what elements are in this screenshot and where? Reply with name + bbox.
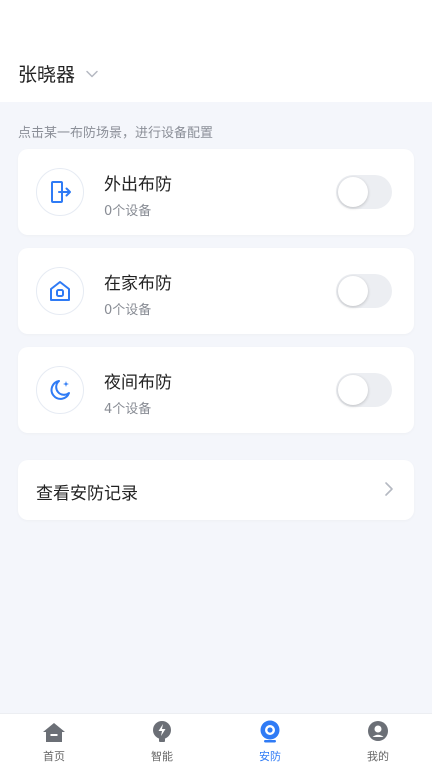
tab-mine[interactable]: 我的 xyxy=(324,714,432,768)
camera-icon xyxy=(260,720,280,743)
tab-home[interactable]: 首页 xyxy=(0,714,108,768)
scene-icon-wrap xyxy=(36,168,84,216)
home-selector[interactable]: 张晓器 xyxy=(18,60,99,87)
tab-label: 首页 xyxy=(43,750,65,763)
scene-title: 外出布防 xyxy=(104,175,172,195)
scene-icon-wrap xyxy=(36,366,84,414)
tab-smart[interactable]: 智能 xyxy=(108,714,216,768)
top-bar: 张晓器 xyxy=(0,0,432,102)
scene-title: 在家布防 xyxy=(104,274,172,294)
arm-toggle[interactable] xyxy=(336,373,392,407)
tab-label: 安防 xyxy=(259,750,281,763)
home-tab-icon xyxy=(43,723,65,742)
scene-device-count: 0个设备 xyxy=(104,204,152,219)
hint-text: 点击某一布防场景，进行设备配置 xyxy=(18,126,214,141)
scene-icon-wrap xyxy=(36,267,84,315)
tab-label: 我的 xyxy=(367,750,389,763)
exit-door-icon xyxy=(51,181,71,203)
scene-device-count: 4个设备 xyxy=(104,402,152,417)
scene-card-home[interactable]: 在家布防 0个设备 xyxy=(18,248,414,334)
arm-toggle[interactable] xyxy=(336,274,392,308)
arm-toggle[interactable] xyxy=(336,175,392,209)
scene-device-count: 0个设备 xyxy=(104,303,152,318)
toggle-knob xyxy=(338,177,368,207)
profile-icon xyxy=(368,721,388,741)
security-record-link[interactable]: 查看安防记录 xyxy=(18,460,414,520)
scene-title: 夜间布防 xyxy=(104,373,172,393)
security-record-label: 查看安防记录 xyxy=(36,484,138,504)
tab-security[interactable]: 安防 xyxy=(216,714,324,768)
bottom-tab-bar: 首页 智能 安防 我的 xyxy=(0,713,432,768)
chevron-down-icon xyxy=(86,70,98,77)
home-icon xyxy=(50,281,70,301)
scene-card-night[interactable]: 夜间布防 4个设备 xyxy=(18,347,414,433)
lightning-icon xyxy=(153,721,171,742)
chevron-right-icon xyxy=(385,482,393,496)
toggle-knob xyxy=(338,276,368,306)
tab-label: 智能 xyxy=(151,750,173,763)
home-name: 张晓器 xyxy=(18,64,76,86)
scene-card-away[interactable]: 外出布防 0个设备 xyxy=(18,149,414,235)
toggle-knob xyxy=(338,375,368,405)
moon-icon xyxy=(50,380,70,400)
